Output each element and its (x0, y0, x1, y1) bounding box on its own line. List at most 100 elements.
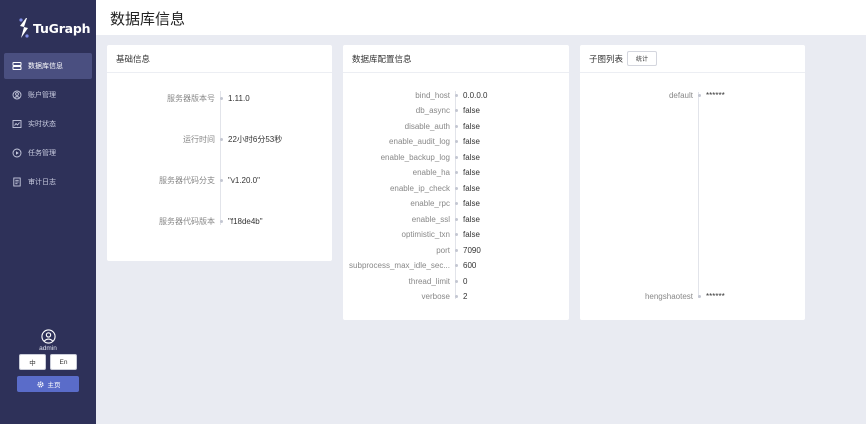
sidebar-item-label: 审计日志 (28, 179, 56, 186)
config-row: enable_backup_log false (343, 151, 480, 163)
subgraph-row[interactable]: hengshaotest ****** (580, 290, 725, 302)
config-key: enable_audit_log (389, 137, 450, 146)
dot-icon (698, 93, 701, 97)
config-value: 2 (463, 292, 468, 301)
dot-icon (455, 93, 458, 97)
config-key: verbose (421, 292, 450, 301)
config-row: enable_ip_check false (343, 182, 480, 194)
user-name: admin (39, 345, 57, 352)
sidebar-item-account[interactable]: 账户管理 (4, 82, 92, 108)
config-value: false (463, 230, 480, 239)
sidebar-item-audit-log[interactable]: 审计日志 (4, 169, 92, 195)
config-key: port (436, 245, 450, 255)
dot-icon (698, 294, 701, 298)
dot-icon (220, 96, 223, 100)
info-key: 运行时间 (183, 134, 215, 144)
subgraph-name: default (668, 90, 693, 100)
sidebar-item-label: 账户管理 (28, 92, 56, 99)
info-value: "f18de4b" (228, 216, 263, 226)
user-circle-icon (12, 90, 22, 100)
config-row: optimistic_txn false (343, 229, 480, 241)
logo-text: TuGraph (33, 20, 91, 36)
config-key: bind_host (415, 90, 450, 100)
config-value: false (463, 214, 480, 224)
dot-icon (455, 202, 458, 205)
language-en-button[interactable]: En (50, 354, 77, 370)
sidebar-item-label: 数据库信息 (28, 63, 63, 70)
config-row: enable_ssl false (343, 213, 480, 225)
database-icon (12, 61, 22, 71)
dot-icon (455, 140, 458, 143)
info-row: 服务器代码分支 "v1.20.0" (107, 174, 260, 186)
dot-icon (455, 295, 458, 298)
config-key: db_async (415, 106, 450, 115)
config-value: false (463, 137, 480, 146)
card-title: 子图列表 (589, 53, 624, 64)
config-row: enable_audit_log false (343, 136, 480, 148)
config-value: 0.0.0.0 (463, 90, 488, 100)
dot-icon (455, 233, 458, 236)
dot-icon (455, 279, 458, 283)
info-row: 服务器代码版本 "f18de4b" (107, 215, 263, 227)
config-key: enable_ssl (411, 214, 450, 224)
dot-icon (455, 109, 458, 112)
config-value: 600 (463, 261, 477, 270)
info-key: 服务器代码分支 (159, 175, 215, 185)
subgraph-description: ****** (706, 90, 725, 100)
subgraph-row[interactable]: default ****** (580, 89, 725, 101)
config-row: verbose 2 (343, 291, 468, 303)
statistics-button[interactable]: 统计 (627, 51, 658, 66)
avatar-icon (40, 329, 56, 344)
config-key: disable_auth (404, 121, 450, 131)
dot-icon (455, 217, 458, 221)
home-button[interactable]: 主页 (17, 376, 79, 392)
dot-icon (220, 137, 223, 141)
timeline-line (698, 92, 699, 298)
sidebar-item-database-info[interactable]: 数据库信息 (4, 53, 92, 79)
config-value: false (463, 168, 480, 177)
user-profile[interactable]: admin (0, 329, 96, 352)
config-key: enable_ha (412, 168, 450, 177)
config-row: db_async false (343, 105, 480, 117)
config-key: enable_rpc (410, 199, 450, 208)
info-value: "v1.20.0" (228, 175, 260, 185)
dot-icon (455, 124, 458, 128)
sidebar-menu: 数据库信息 账户管理 实时状态 任务管理 审计日志 (4, 53, 92, 198)
monitor-chart-icon (12, 119, 22, 129)
home-button-label: 主页 (47, 382, 61, 389)
subgraph-list-card: 子图列表 统计 default ****** hengshaotest ****** (580, 45, 805, 320)
dot-icon (220, 219, 223, 223)
document-list-icon (12, 177, 22, 187)
sidebar: TuGraph 数据库信息 账户管理 实时状态 任务管理 审计日志 admin … (0, 0, 96, 424)
sidebar-item-label: 任务管理 (28, 150, 56, 157)
config-row: enable_rpc false (343, 198, 480, 210)
config-value: false (463, 121, 480, 131)
play-circle-icon (12, 148, 22, 158)
config-key: enable_ip_check (389, 183, 450, 193)
config-value: false (463, 183, 480, 193)
subgraph-name: hengshaotest (644, 291, 693, 301)
card-title: 基础信息 (107, 45, 332, 73)
logo[interactable]: TuGraph (18, 15, 91, 41)
sidebar-item-label: 实时状态 (28, 121, 56, 128)
sidebar-item-realtime[interactable]: 实时状态 (4, 111, 92, 137)
tugraph-logo-icon (19, 18, 29, 38)
db-config-card: 数据库配置信息 bind_host 0.0.0.0 db_async false dis… (343, 45, 569, 320)
language-zh-button[interactable]: 中 (19, 354, 46, 370)
basic-info-card: 基础信息 服务器版本号 1.11.0 运行时间 22小时6分53秒 服务器代码分支 "… (107, 45, 332, 261)
config-key: thread_limit (408, 276, 450, 286)
config-key: optimistic_txn (401, 230, 450, 239)
config-key: enable_backup_log (380, 152, 450, 162)
info-key: 服务器版本号 (167, 93, 215, 103)
info-value: 22小时6分53秒 (228, 134, 283, 144)
config-value: false (463, 152, 480, 162)
config-row: thread_limit 0 (343, 275, 468, 287)
dot-icon (455, 155, 458, 159)
dot-icon (455, 264, 458, 267)
timeline-line (220, 91, 221, 225)
dot-icon (455, 248, 458, 252)
config-value: false (463, 106, 480, 115)
sidebar-item-tasks[interactable]: 任务管理 (4, 140, 92, 166)
page-title: 数据库信息 (110, 11, 186, 28)
info-value: 1.11.0 (228, 93, 250, 103)
